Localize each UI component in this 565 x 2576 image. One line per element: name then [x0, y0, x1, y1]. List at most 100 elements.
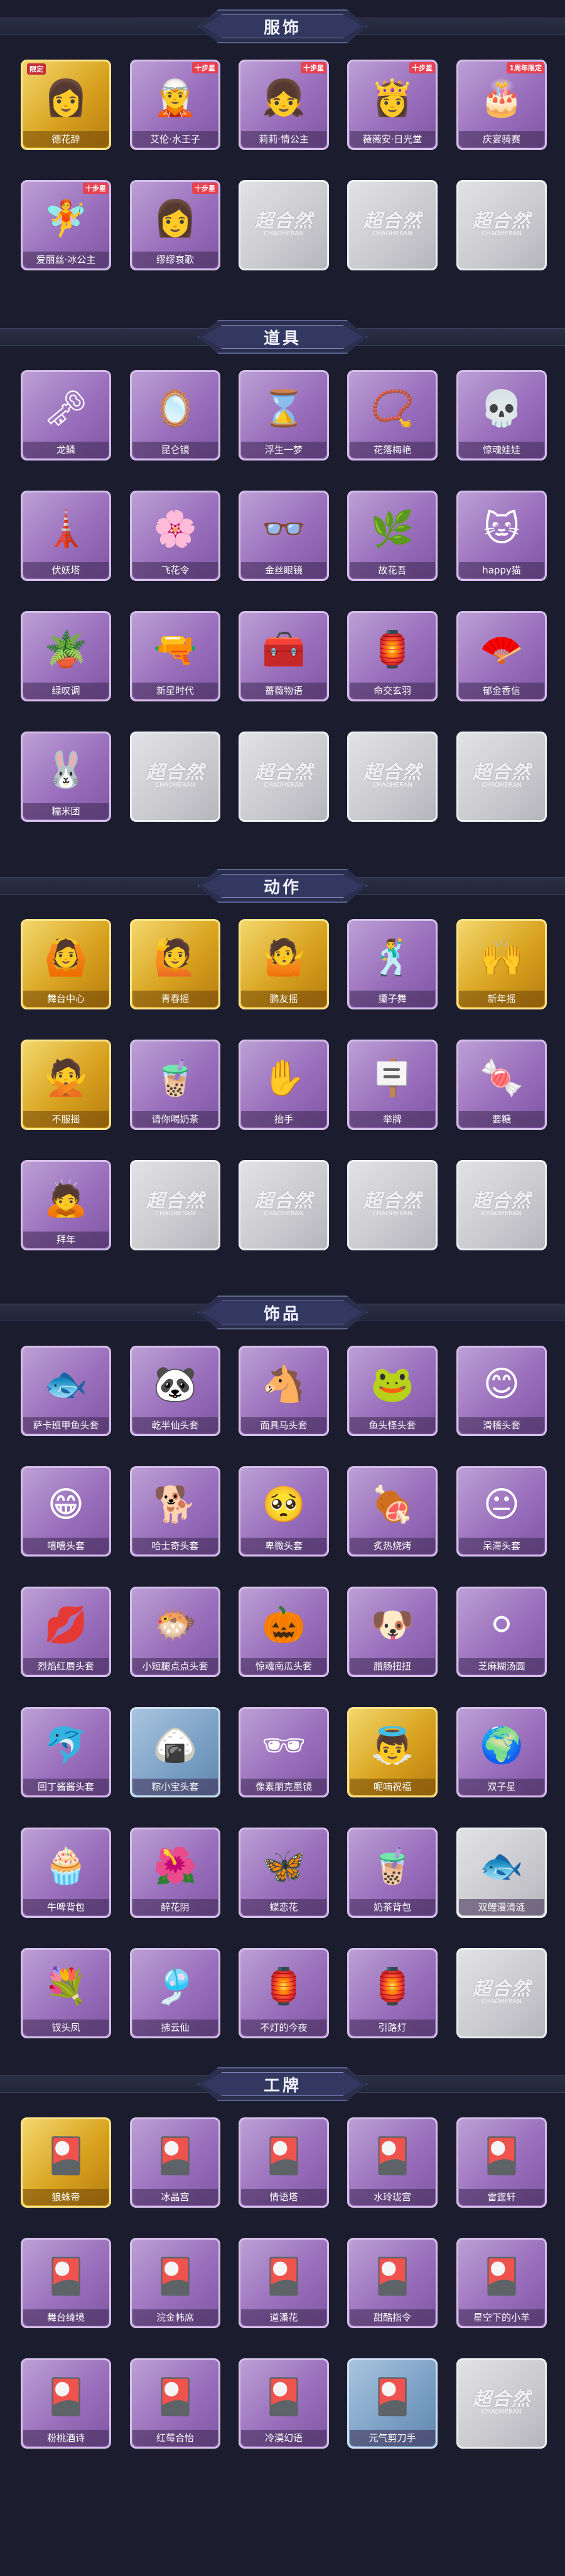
item-card[interactable]: ⌛ 浮生一梦 — [239, 370, 329, 460]
item-card[interactable]: 🙋 青春摇 — [130, 919, 220, 1009]
item-card[interactable]: 🎴 舞台绮境 — [21, 2238, 111, 2328]
item-card[interactable]: 🌍 双子星 — [456, 1707, 547, 1797]
item-card[interactable]: 😁 嘻嘻头套 — [21, 1466, 111, 1557]
item-label: 雷霆轩 — [459, 2189, 544, 2205]
item-card[interactable]: 🙇 拜年 — [21, 1160, 111, 1250]
item-card[interactable]: 🙆 舞台中心 — [21, 919, 111, 1009]
item-card[interactable]: 🎴 星空下的小羊 — [456, 2238, 547, 2328]
item-art-icon: 👩 — [153, 198, 197, 239]
item-card[interactable]: 🧋 奶茶背包 — [347, 1828, 438, 1918]
item-card[interactable]: 🌿 故花吾 — [347, 491, 438, 581]
item-card[interactable]: 🌸 飞花令 — [130, 491, 220, 581]
item-card[interactable]: 🐟 萨卡班甲鱼头套 — [21, 1346, 111, 1436]
item-card[interactable]: 👧 十步星 莉莉·情公主 — [239, 60, 329, 150]
watermark-subtext: CHAOHERAN — [264, 230, 304, 237]
item-card[interactable]: 😊 滑稽头套 — [456, 1346, 547, 1436]
item-card[interactable]: 🏮 不灯的今夜 — [239, 1948, 329, 2038]
item-card[interactable]: 👩 限定 德花辞 — [21, 60, 111, 150]
item-card[interactable]: 🦋 蝶恋花 — [239, 1828, 329, 1918]
item-card[interactable]: 🧋 请你喝奶茶 — [130, 1040, 220, 1130]
item-label: 嘻嘻头套 — [23, 1538, 109, 1554]
item-card[interactable]: 🤷 鹏友摇 — [239, 919, 329, 1009]
empty-item-slot: 超合然 CHAOHERAN — [456, 180, 547, 270]
item-card[interactable]: 🐟 双鲤漫清涟 — [456, 1828, 547, 1918]
item-label: 回丁酱酱头套 — [23, 1779, 109, 1795]
item-art-icon: 🎴 — [153, 2136, 197, 2176]
item-label: 卑微头套 — [241, 1538, 326, 1554]
item-card[interactable]: 🧝 十步星 艾伦·水王子 — [130, 60, 220, 150]
item-tag-badge: 十步星 — [192, 183, 218, 194]
item-card[interactable]: 🐕 哈士奇头套 — [130, 1466, 220, 1557]
item-art-icon: 😊 — [483, 1364, 520, 1405]
item-card[interactable]: 🐬 回丁酱酱头套 — [21, 1707, 111, 1797]
watermark-logo: 超合然 — [363, 210, 422, 232]
item-card[interactable]: 🧚 十步星 爱丽丝·冰公主 — [21, 180, 111, 270]
item-card[interactable]: 🧰 蔷薇物语 — [239, 611, 329, 701]
item-label: 惊魂南瓜头套 — [241, 1658, 326, 1674]
item-art-icon: 📿 — [370, 388, 414, 429]
item-card[interactable]: 🎴 冷漠幻语 — [239, 2358, 329, 2449]
item-card[interactable]: 🥺 卑微头套 — [239, 1466, 329, 1557]
item-art-icon: 🪞 — [153, 388, 197, 429]
item-card[interactable]: 🐡 小短腿点点头套 — [130, 1587, 220, 1677]
item-card[interactable]: 🎐 拂云仙 — [130, 1948, 220, 2038]
item-card[interactable]: 📿 花落梅艳 — [347, 370, 438, 460]
item-card[interactable]: 🗝 龙鳞 — [21, 370, 111, 460]
item-card[interactable]: 🍬 要糖 — [456, 1040, 547, 1130]
item-label: 拜年 — [23, 1232, 109, 1248]
item-label: 情语塔 — [241, 2189, 326, 2205]
item-card[interactable]: 🎴 甜酷指令 — [347, 2238, 438, 2328]
item-card[interactable]: 🪧 举牌 — [347, 1040, 438, 1130]
item-card[interactable]: 🍖 炙热烧烤 — [347, 1466, 438, 1557]
item-card[interactable]: 🎴 道潘花 — [239, 2238, 329, 2328]
item-card[interactable]: 🙅 不服摇 — [21, 1040, 111, 1130]
item-card[interactable]: 🐰 糯米团 — [21, 732, 111, 822]
item-card[interactable]: 💐 钗头凤 — [21, 1948, 111, 2038]
item-card[interactable]: 🎃 惊魂南瓜头套 — [239, 1587, 329, 1677]
item-card[interactable]: 🪭 郁金香信 — [456, 611, 547, 701]
item-card[interactable]: 🕶 像素朋克墨镜 — [239, 1707, 329, 1797]
item-card[interactable]: 🎴 雷霆轩 — [456, 2117, 547, 2208]
item-card[interactable]: 🎂 1周年限定 庆宴骑赛 — [456, 60, 547, 150]
item-card[interactable]: 🎴 狼蛛帝 — [21, 2117, 111, 2208]
item-card[interactable]: 🪴 绿叹调 — [21, 611, 111, 701]
item-card[interactable]: 🎴 冰晶宫 — [130, 2117, 220, 2208]
item-card[interactable]: 🎴 元气剪刀手 — [347, 2358, 438, 2449]
item-art-icon: ⚪ — [487, 1605, 517, 1646]
item-label: 飞花令 — [132, 562, 218, 578]
item-card[interactable]: 🐼 乾半仙头套 — [130, 1346, 220, 1436]
item-card[interactable]: 🎴 情语塔 — [239, 2117, 329, 2208]
item-card[interactable]: 🎴 红莓合怡 — [130, 2358, 220, 2449]
item-card[interactable]: 😐 呆滞头套 — [456, 1466, 547, 1557]
item-art-icon: 🎴 — [153, 2256, 197, 2297]
item-card[interactable]: 🔫 新星时代 — [130, 611, 220, 701]
item-card[interactable]: 🏮 引路灯 — [347, 1948, 438, 2038]
item-card[interactable]: 🕺 攥子舞 — [347, 919, 438, 1009]
item-card[interactable]: 🗼 伏妖塔 — [21, 491, 111, 581]
item-card[interactable]: ✋ 抬手 — [239, 1040, 329, 1130]
item-label: 狼蛛帝 — [23, 2189, 109, 2205]
item-art-icon: 🗝 — [43, 388, 89, 429]
item-card[interactable]: ⚪ 芝麻糊汤圆 — [456, 1587, 547, 1677]
item-card[interactable]: 🧁 牛啤背包 — [21, 1828, 111, 1918]
item-card[interactable]: 👓 金丝眼镜 — [239, 491, 329, 581]
item-card[interactable]: 🌺 醉花阴 — [130, 1828, 220, 1918]
item-card[interactable]: 👼 呢喃祝福 — [347, 1707, 438, 1797]
item-card[interactable]: 🐶 腊肠扭扭 — [347, 1587, 438, 1677]
item-card[interactable]: 🐸 鱼头怪头套 — [347, 1346, 438, 1436]
item-card[interactable]: 🪞 昆仑镜 — [130, 370, 220, 460]
item-card[interactable]: 🎴 水玲珑宫 — [347, 2117, 438, 2208]
item-card[interactable]: 🙌 新年摇 — [456, 919, 547, 1009]
item-card[interactable]: 🎴 浣金帏席 — [130, 2238, 220, 2328]
item-card[interactable]: 👩 十步星 缪缪哀歌 — [130, 180, 220, 270]
item-card[interactable]: 💋 烈焰红唇头套 — [21, 1587, 111, 1677]
item-label: 郁金香信 — [459, 683, 544, 699]
item-card[interactable]: 🍙 粽小宝头套 — [130, 1707, 220, 1797]
item-card[interactable]: 🏮 命交玄羽 — [347, 611, 438, 701]
item-label: 命交玄羽 — [350, 683, 435, 699]
item-card[interactable]: 👸 十步星 薇薇安·日光堂 — [347, 60, 438, 150]
item-card[interactable]: 🐴 面具马头套 — [239, 1346, 329, 1436]
item-card[interactable]: 🐱 happy猫 — [456, 491, 547, 581]
item-card[interactable]: 🎴 粉桃酒诗 — [21, 2358, 111, 2449]
item-card[interactable]: 💀 惊魂娃娃 — [456, 370, 547, 460]
